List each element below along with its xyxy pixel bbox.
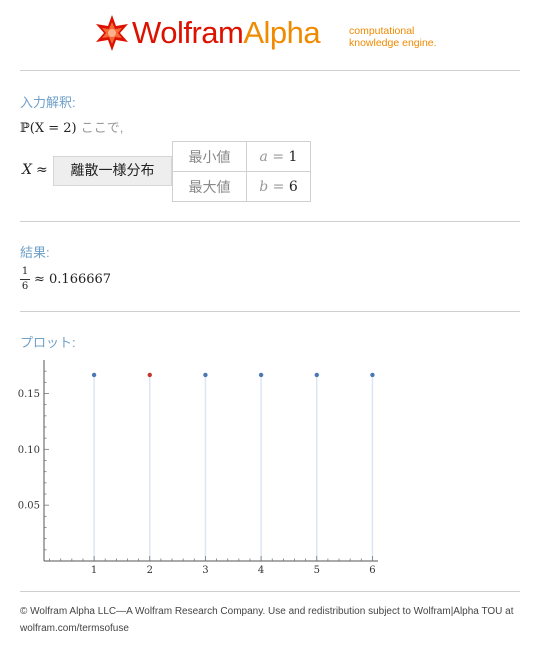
x-tick-label: 1 (91, 565, 97, 576)
footer-line1: © Wolfram Alpha LLC—A Wolfram Research C… (20, 606, 514, 617)
footer: © Wolfram Alpha LLC—A Wolfram Research C… (20, 603, 520, 637)
data-point (91, 372, 97, 378)
divider (20, 591, 520, 592)
data-point (370, 372, 375, 378)
y-tick-label: 0.05 (18, 501, 40, 512)
y-tick-label: 0.15 (18, 389, 40, 400)
x-tick-label: 2 (147, 565, 153, 576)
x-tick-label: 6 (369, 565, 375, 576)
data-point (314, 372, 319, 378)
x-tick-label: 5 (314, 565, 320, 576)
y-tick-label: 0.10 (18, 445, 40, 456)
stem-plot: 1 2 3 4 5 6 0.05 0.10 0.15 (18, 360, 378, 576)
data-point (258, 372, 264, 378)
x-tick-label: 3 (202, 565, 208, 576)
x-tick-label: 4 (258, 565, 264, 576)
footer-terms-link[interactable]: wolfram.com/termsofuse (20, 620, 520, 637)
highlighted-point (147, 372, 152, 378)
data-point (203, 372, 208, 378)
